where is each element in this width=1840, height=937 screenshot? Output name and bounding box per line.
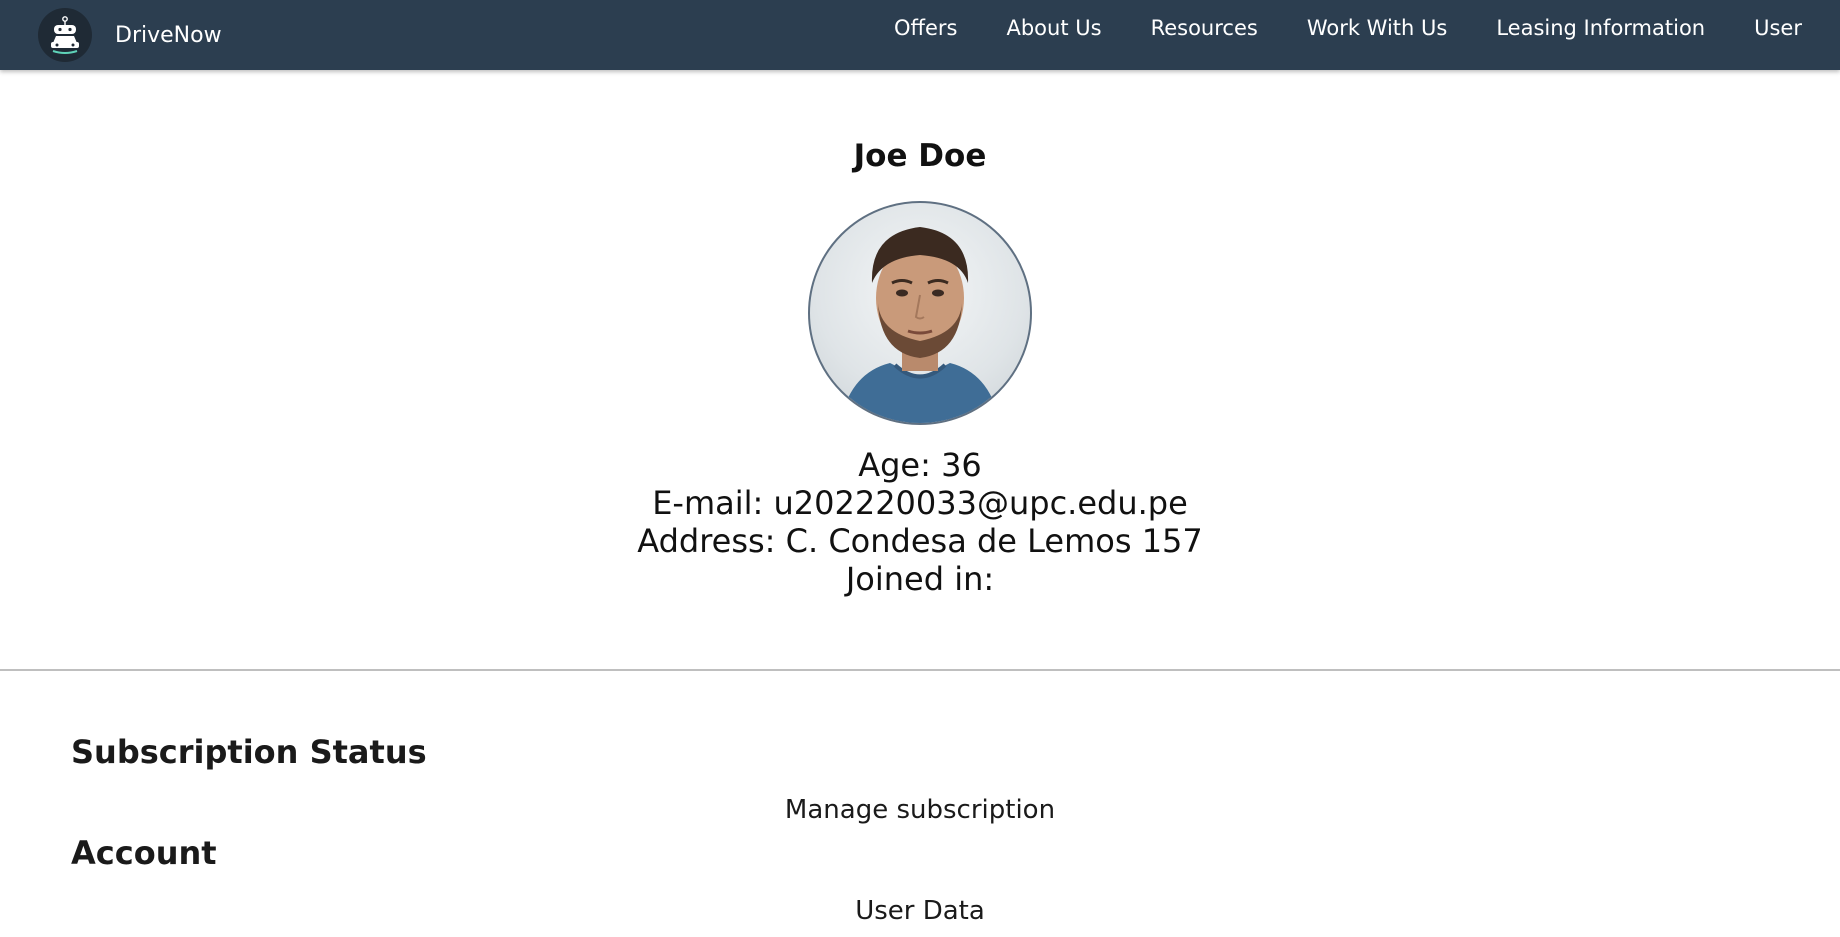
user-data-link[interactable]: User Data <box>0 894 1840 928</box>
profile-info: Age: 36 E-mail: u202220033@upc.edu.pe Ad… <box>0 446 1840 598</box>
nav-about-us[interactable]: About Us <box>1006 16 1101 40</box>
subscription-status-title: Subscription Status <box>71 733 427 771</box>
account-title: Account <box>71 834 217 872</box>
nav-user[interactable]: User <box>1754 16 1802 40</box>
section-divider <box>0 669 1840 671</box>
profile-name: Joe Doe <box>853 138 987 174</box>
nav-leasing-information[interactable]: Leasing Information <box>1496 16 1705 40</box>
nav-work-with-us[interactable]: Work With Us <box>1307 16 1448 40</box>
nav-offers[interactable]: Offers <box>894 16 958 40</box>
nav-resources[interactable]: Resources <box>1151 16 1258 40</box>
top-navbar: DriveNow Offers About Us Resources Work … <box>0 0 1840 70</box>
avatar <box>808 201 1032 425</box>
profile-email: E-mail: u202220033@upc.edu.pe <box>652 484 1188 522</box>
car-robot-logo-icon <box>38 8 92 62</box>
profile-age: Age: 36 <box>858 446 982 484</box>
brand-home-link[interactable]: DriveNow <box>38 8 222 62</box>
manage-subscription-link[interactable]: Manage subscription <box>0 793 1840 827</box>
profile-address: Address: C. Condesa de Lemos 157 <box>637 522 1203 560</box>
brand-name: DriveNow <box>115 22 222 48</box>
profile-joined: Joined in: <box>845 560 995 598</box>
main-nav: Offers About Us Resources Work With Us L… <box>894 0 1802 55</box>
